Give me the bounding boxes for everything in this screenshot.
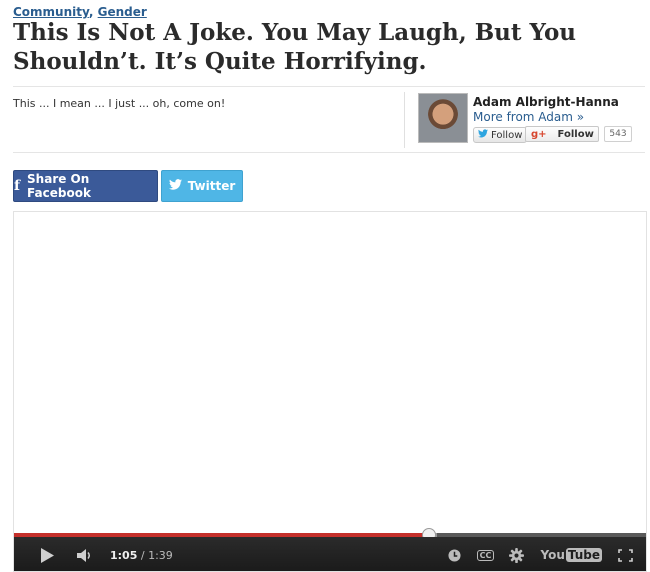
watch-later-icon[interactable] [442,548,466,562]
share-twitter-button[interactable]: Twitter [161,170,243,202]
share-twitter-label: Twitter [187,179,236,193]
article-excerpt: This ... I mean ... I just ... oh, come … [13,97,226,110]
author-name: Adam Albright-Hanna [473,95,619,109]
google-plus-follow-label: Follow [557,128,594,140]
captions-icon[interactable]: CC [470,549,500,561]
divider [13,86,645,87]
author-divider [404,92,405,148]
youtube-logo-tube: Tube [565,548,602,562]
category-link-community[interactable]: Community [13,5,89,19]
category-links: Community, Gender [13,5,147,19]
share-facebook-button[interactable]: f Share On Facebook [13,170,158,202]
youtube-logo-you: You [540,548,565,562]
google-plus-follow-count: 543 [604,126,632,142]
twitter-follow-button[interactable]: Follow [473,127,528,143]
video-time: 1:05 / 1:39 [110,549,173,562]
youtube-logo[interactable]: You Tube [540,548,602,562]
video-player[interactable]: 1:05 / 1:39 CC You Tube [13,211,647,572]
share-facebook-label: Share On Facebook [27,172,91,200]
facebook-icon: f [14,178,21,194]
more-from-author-link[interactable]: More from Adam » [473,110,584,124]
video-controls: 1:05 / 1:39 CC You Tube [14,537,646,571]
video-duration: 1:39 [148,548,173,562]
gear-icon[interactable] [502,547,530,563]
author-avatar[interactable] [418,93,468,143]
article-title: This Is Not A Joke. You May Laugh, But Y… [13,19,577,75]
video-time-separator: / [137,548,149,562]
divider [13,152,645,153]
volume-icon[interactable] [72,548,98,562]
twitter-follow-label: Follow [491,129,523,141]
fullscreen-icon[interactable] [612,548,638,562]
google-plus-icon: g+ [531,128,547,140]
twitter-bird-icon [478,129,488,141]
category-separator: , [88,5,98,19]
video-current-time: 1:05 [110,548,138,562]
category-link-gender[interactable]: Gender [98,5,147,19]
twitter-bird-icon [168,179,182,193]
play-icon[interactable] [28,547,66,563]
google-plus-follow-button[interactable]: g+ Follow [525,126,599,142]
